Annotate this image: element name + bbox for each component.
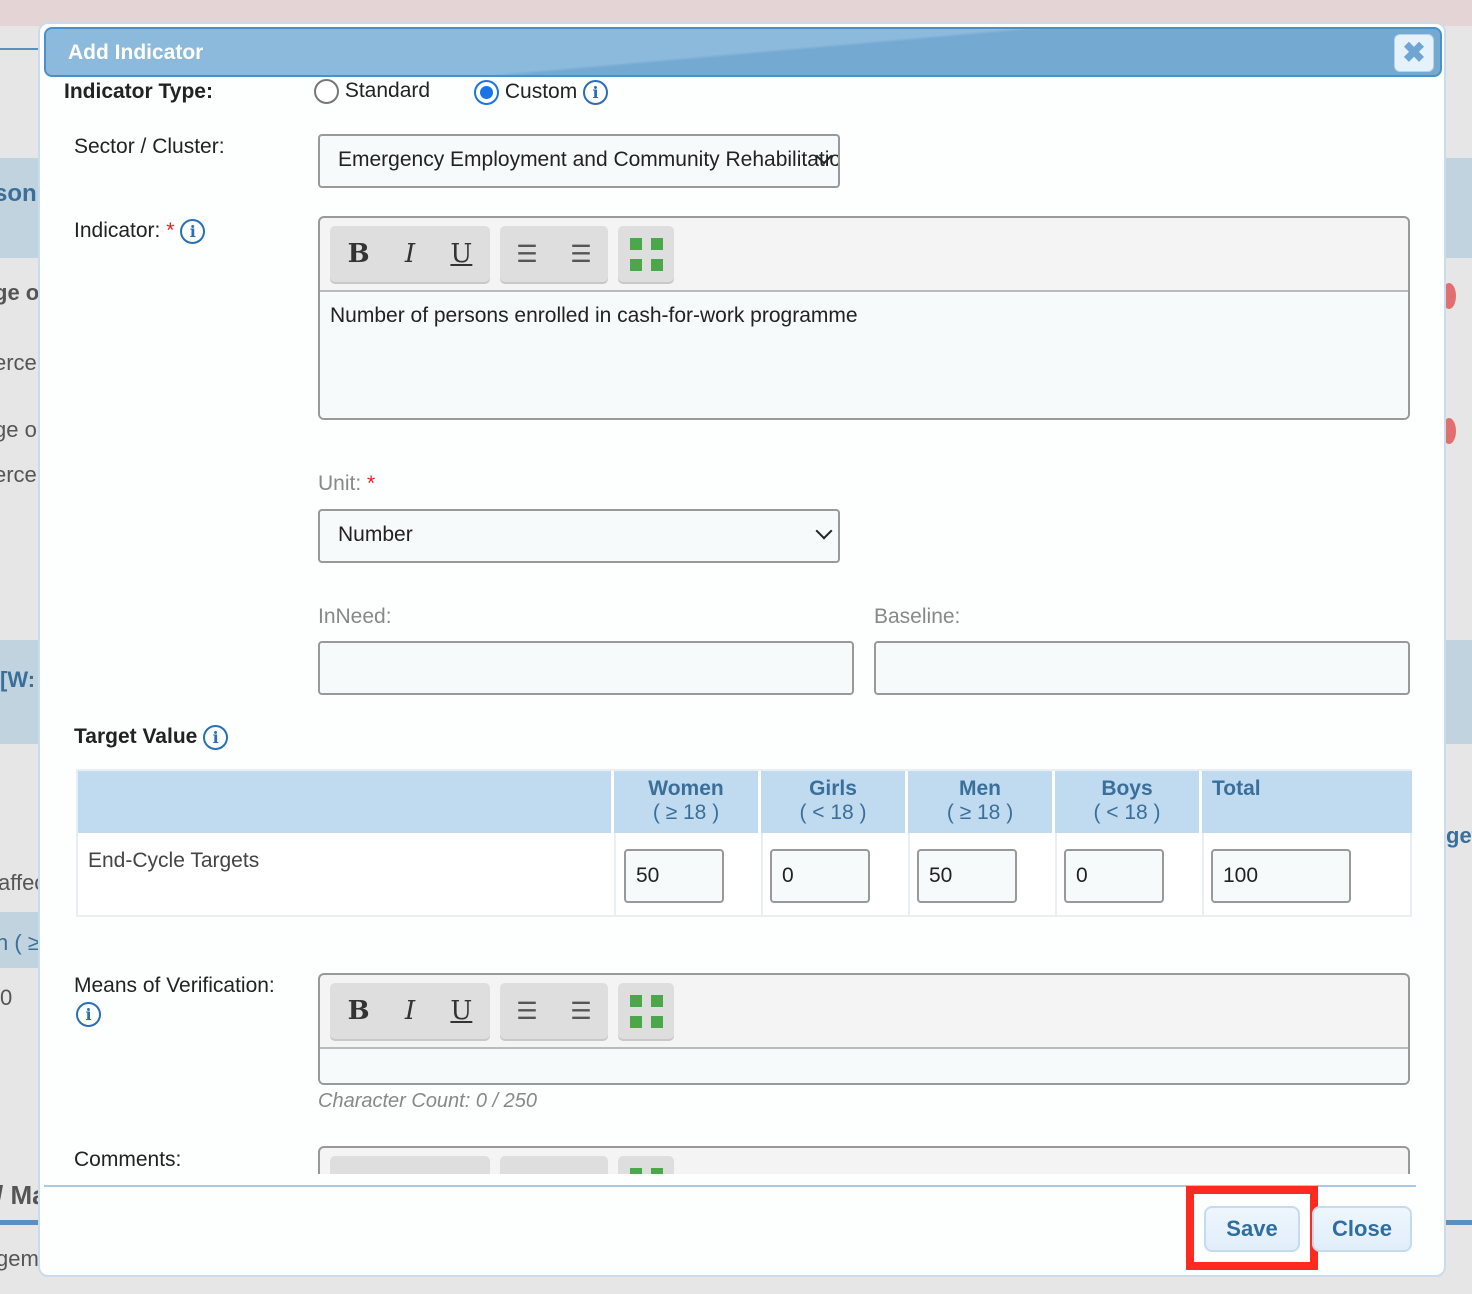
radio-standard[interactable]: Standard (314, 79, 430, 104)
list-group: ☰ ☰ (500, 226, 608, 282)
info-icon[interactable]: i (583, 80, 609, 105)
unit-value: Number (338, 523, 413, 546)
baseline-label: Baseline: (874, 605, 961, 628)
col-girls: Girls( < 18 ) (761, 771, 908, 833)
bg-divider (0, 48, 38, 50)
inneed-label: InNeed: (318, 605, 392, 628)
bold-button[interactable]: B (348, 996, 370, 1026)
fullscreen-icon (629, 994, 663, 1028)
sector-select[interactable]: Emergency Employment and Community Rehab… (318, 134, 840, 188)
girls-input[interactable]: 0 (770, 849, 870, 903)
mov-editor[interactable]: BIU ☰ ☰ (318, 973, 1410, 1085)
comments-label: Comments: (74, 1148, 182, 1171)
indicator-type-label: Indicator Type: (64, 80, 213, 103)
fullscreen-button[interactable] (618, 226, 674, 282)
comments-editor[interactable] (318, 1146, 1410, 1174)
list-group (500, 1156, 608, 1174)
bg-text: n ( ≥ (0, 930, 40, 955)
fullscreen-button[interactable] (618, 1156, 674, 1174)
target-value-label: Target Value i (74, 725, 229, 750)
bg-text: 0 (0, 985, 13, 1010)
bg-text: erce (0, 462, 37, 487)
bg-row (1446, 158, 1472, 258)
italic-button[interactable]: I (405, 996, 415, 1026)
fullscreen-button[interactable] (618, 983, 674, 1039)
total-input[interactable]: 100 (1211, 849, 1351, 903)
baseline-input[interactable] (874, 641, 1410, 695)
col-women: Women( ≥ 18 ) (614, 771, 761, 833)
bg-text: get (1446, 823, 1472, 848)
bg-row (0, 158, 38, 258)
bg-text: son (0, 180, 37, 207)
col-total: Total (1202, 771, 1412, 833)
highlight-box (1186, 1186, 1318, 1270)
dialog-title: Add Indicator (68, 41, 204, 64)
close-x-icon[interactable]: ✖ (1394, 34, 1434, 72)
bg-text: gem (0, 1246, 39, 1271)
row-label: End-Cycle Targets (88, 849, 260, 872)
bold-button[interactable]: B (348, 239, 370, 269)
required-mark: * (166, 219, 175, 243)
boys-input[interactable]: 0 (1064, 849, 1164, 903)
inneed-input[interactable] (318, 641, 854, 695)
info-icon[interactable]: i (76, 1002, 101, 1027)
target-table: Women( ≥ 18 ) Girls( < 18 ) Men( ≥ 18 ) … (76, 769, 1412, 917)
sector-value: Emergency Employment and Community Rehab… (338, 148, 840, 171)
mov-text[interactable] (320, 1047, 1408, 1083)
bullet-list-icon[interactable]: ☰ (516, 240, 538, 268)
dialog-header: Add Indicator ✖ (44, 27, 1442, 77)
format-group: BIU (330, 226, 490, 282)
numbered-list-icon[interactable]: ☰ (570, 240, 592, 268)
bg-text: erce (0, 350, 37, 375)
bg-text: [W: (0, 667, 36, 692)
bg-text: ge o (0, 280, 40, 305)
sector-label: Sector / Cluster: (74, 135, 225, 158)
numbered-list-icon[interactable]: ☰ (570, 997, 592, 1025)
info-icon[interactable]: i (180, 219, 206, 244)
format-group (330, 1156, 490, 1174)
unit-label: Unit: * (318, 472, 376, 495)
radio-custom[interactable]: Custom i (474, 80, 609, 105)
fullscreen-icon (629, 237, 663, 271)
mov-label: Means of Verification: (74, 974, 275, 997)
underline-button[interactable]: U (450, 239, 472, 269)
table-header-blank (78, 771, 614, 833)
indicator-text[interactable]: Number of persons enrolled in cash-for-w… (320, 290, 1408, 418)
unit-select[interactable]: Number (318, 509, 840, 563)
men-input[interactable]: 50 (917, 849, 1017, 903)
radio-label: Custom (504, 80, 578, 104)
radio-icon[interactable] (474, 80, 499, 105)
close-button[interactable]: Close (1312, 1206, 1412, 1252)
chevron-down-icon (815, 522, 833, 540)
underline-button[interactable]: U (450, 996, 472, 1026)
col-men: Men( ≥ 18 ) (908, 771, 1055, 833)
col-boys: Boys( < 18 ) (1055, 771, 1202, 833)
char-count: Character Count: 0 / 250 (318, 1090, 538, 1112)
radio-label: Standard (344, 79, 431, 103)
add-indicator-dialog: Add Indicator ✖ Indicator Type: Standard… (38, 22, 1446, 1277)
radio-icon[interactable] (314, 79, 339, 104)
bg-text: ge o (0, 417, 37, 442)
bg-divider (0, 1220, 38, 1225)
list-group: ☰ ☰ (500, 983, 608, 1039)
italic-button[interactable]: I (405, 239, 415, 269)
indicator-label: Indicator: * i (74, 219, 206, 244)
info-icon[interactable]: i (203, 725, 229, 750)
bullet-list-icon[interactable]: ☰ (516, 997, 538, 1025)
women-input[interactable]: 50 (624, 849, 724, 903)
format-group: BIU (330, 983, 490, 1039)
bg-row (1446, 640, 1472, 744)
indicator-editor[interactable]: BIU ☰ ☰ Number of persons enrolled in cas… (318, 216, 1410, 420)
comments-editor-clip (318, 1146, 1410, 1174)
bg-divider (1446, 1220, 1472, 1225)
